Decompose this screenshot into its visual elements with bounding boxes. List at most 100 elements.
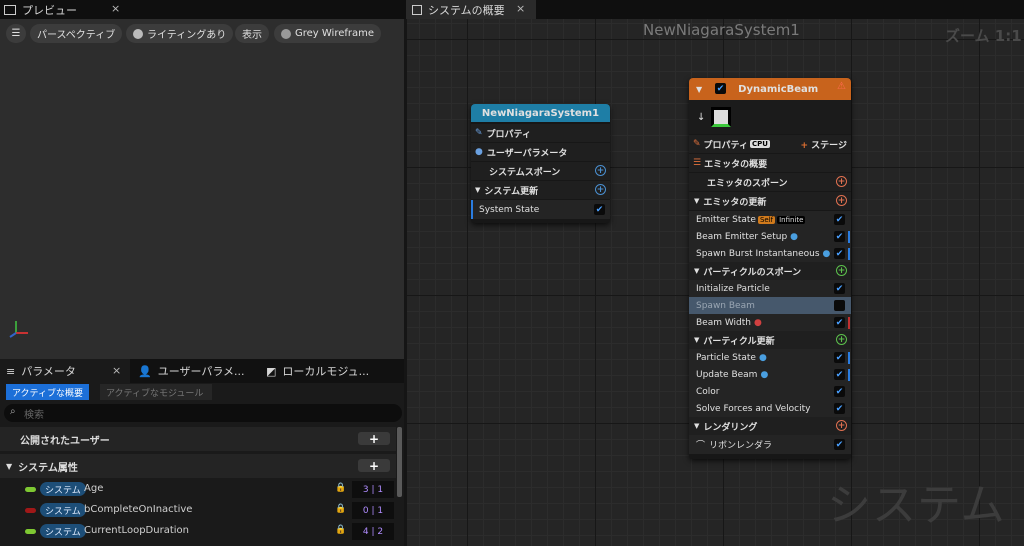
update-beam-module[interactable]: Update Beam ● ✔ (689, 366, 851, 383)
add-module-icon[interactable]: + (836, 334, 847, 345)
module-accent (848, 317, 850, 329)
section-system-attributes[interactable]: ▼ システム属性 + (0, 454, 396, 478)
viewport-icon (4, 4, 16, 15)
tab-parameters[interactable]: ≡ パラメータ (6, 359, 76, 383)
solve-forces-module[interactable]: Solve Forces and Velocity ✔ (689, 400, 851, 417)
emitter-summary-row[interactable]: ☰ エミッタの概要 (689, 154, 851, 172)
param-name: bCompleteOnInactive (84, 504, 193, 515)
close-icon[interactable]: × (516, 2, 525, 15)
lighting-label: ライティングあり (147, 30, 227, 41)
emitter-spawn-row[interactable]: エミッタのスポーン + (689, 173, 851, 191)
particle-state-module[interactable]: Particle State ● ✔ (689, 349, 851, 366)
search-placeholder: 検索 (24, 409, 44, 421)
spawn-beam-label: Spawn Beam (696, 300, 755, 311)
emitter-properties-row[interactable]: ✎ プロパティ CPU + ステージ (689, 135, 851, 153)
enable-checkbox[interactable]: ✔ (834, 386, 845, 397)
param-row[interactable]: システム Age 🔒 3 | 1 (0, 479, 396, 500)
particle-spawn-row[interactable]: ▼ パーティクルのスポーン + (689, 262, 851, 280)
perspective-button[interactable]: パースペクティブ (30, 24, 123, 43)
beam-emitter-setup-module[interactable]: Beam Emitter Setup ● ✔ (689, 228, 851, 245)
type-color-icon (25, 487, 36, 492)
render-label: レンダリング (703, 422, 758, 433)
collapse-arrow-icon: ▼ (475, 186, 481, 194)
add-stage-button[interactable]: + ステージ (800, 138, 847, 151)
section-exposed-users[interactable]: 公開されたユーザー + (0, 427, 396, 451)
enable-checkbox[interactable]: ✔ (834, 283, 845, 294)
tab-user-params[interactable]: 👤 ユーザーパラメ... (138, 359, 245, 383)
wireframe-icon (281, 28, 291, 39)
beam-width-module[interactable]: Beam Width ● ✔ (689, 314, 851, 331)
tab-local-modules[interactable]: ◩ ローカルモジュ... (266, 359, 369, 383)
enable-checkbox[interactable]: ✔ (834, 369, 845, 380)
enable-checkbox[interactable] (834, 300, 845, 311)
system-state-label: System State (479, 204, 540, 215)
collapse-arrow-icon[interactable]: ▼ (696, 85, 702, 94)
viewport-menu-button[interactable]: ☰ (6, 24, 26, 43)
particle-update-row[interactable]: ▼ パーティクル更新 + (689, 331, 851, 349)
tab-system-overview[interactable]: システムの概要 (412, 0, 505, 19)
enable-checkbox[interactable]: ✔ (834, 352, 845, 363)
add-user-param-button[interactable]: + (358, 432, 390, 446)
system-properties-row[interactable]: ✎ プロパティ (471, 124, 610, 142)
param-row[interactable]: システム bCompleteOnInactive 🔒 0 | 1 (0, 500, 396, 521)
hamburger-icon: ☰ (11, 28, 21, 39)
add-module-icon[interactable]: + (836, 420, 847, 431)
emitter-node[interactable]: ▼ ✔ DynamicBeam ⚠ ↓ ✎ プロパティ CPU + ステージ ☰… (689, 78, 851, 459)
spawn-beam-module[interactable]: Spawn Beam (689, 297, 851, 314)
enable-checkbox[interactable]: ✔ (834, 248, 845, 259)
view-mode-button[interactable]: Grey Wireframe (274, 24, 382, 43)
subtab-active-overview[interactable]: アクティブな概要 (6, 384, 90, 400)
emitter-enable-checkbox[interactable]: ✔ (715, 83, 726, 94)
enable-checkbox[interactable]: ✔ (834, 231, 845, 242)
lighting-icon (133, 28, 143, 39)
emitter-spawn-label: エミッタのスポーン (707, 178, 788, 189)
view-mode-label: Grey Wireframe (295, 28, 375, 39)
add-module-icon[interactable]: + (836, 176, 847, 187)
system-user-params-row[interactable]: ● ユーザーパラメータ (471, 143, 610, 161)
emitter-node-header[interactable]: ▼ ✔ DynamicBeam ⚠ (689, 78, 851, 100)
preview-viewport[interactable]: ☰ パースペクティブ ライティングあり 表示 Grey Wireframe (0, 19, 404, 359)
add-system-param-button[interactable]: + (358, 459, 390, 473)
system-user-params-label: ユーザーパラメータ (486, 148, 568, 159)
emitter-thumbnail[interactable] (711, 107, 732, 127)
system-node[interactable]: NewNiagaraSystem1 ✎ プロパティ ● ユーザーパラメータ シス… (471, 104, 610, 223)
render-row[interactable]: ▼ レンダリング + (689, 417, 851, 435)
spawn-burst-module[interactable]: Spawn Burst Instantaneous ● ✔ (689, 245, 851, 262)
enable-checkbox[interactable]: ✔ (594, 204, 605, 215)
system-update-row[interactable]: ▼ システム更新 + (471, 181, 610, 199)
tab-preview[interactable]: プレビュー (4, 0, 77, 19)
initialize-particle-label: Initialize Particle (696, 283, 770, 294)
scrollbar[interactable] (397, 427, 402, 497)
add-module-icon[interactable]: + (595, 165, 606, 176)
system-state-module[interactable]: System State ✔ (471, 200, 610, 219)
top-tab-bar: プレビュー × システムの概要 × (0, 0, 1024, 19)
color-module[interactable]: Color ✔ (689, 383, 851, 400)
usage-count-value: 4 | 2 (362, 526, 384, 537)
graph-icon (412, 4, 422, 15)
emitter-update-row[interactable]: ▼ エミッタの更新 + (689, 192, 851, 210)
close-icon[interactable]: × (111, 2, 120, 15)
show-button[interactable]: 表示 (235, 24, 269, 43)
enable-checkbox[interactable]: ✔ (834, 317, 845, 328)
user-icon: 👤 (138, 364, 152, 378)
enable-checkbox[interactable]: ✔ (834, 439, 845, 450)
search-input[interactable]: ⌕ 検索 (4, 404, 402, 422)
param-row[interactable]: システム CurrentLoopDuration 🔒 4 | 2 (0, 521, 396, 542)
system-graph[interactable]: NewNiagaraSystem1 ズーム 1:1 システム NewNiagar… (407, 19, 1024, 546)
add-module-icon[interactable]: + (836, 195, 847, 206)
close-icon[interactable]: × (112, 364, 121, 377)
enable-checkbox[interactable]: ✔ (834, 403, 845, 414)
add-module-icon[interactable]: + (836, 265, 847, 276)
system-node-header[interactable]: NewNiagaraSystem1 (471, 104, 610, 122)
lighting-button[interactable]: ライティングあり (126, 24, 234, 43)
enable-checkbox[interactable]: ✔ (834, 214, 845, 225)
parameters-icon: ≡ (6, 364, 16, 378)
emitter-state-module[interactable]: Emitter State Self Infinite ✔ (689, 211, 851, 228)
system-spawn-row[interactable]: システムスポーン + (471, 162, 610, 180)
subtab-active-modules[interactable]: アクティブなモジュール (100, 384, 212, 400)
namespace-badge: システム (40, 524, 86, 538)
initialize-particle-module[interactable]: Initialize Particle ✔ (689, 280, 851, 297)
add-module-icon[interactable]: + (595, 184, 606, 195)
warning-icon[interactable]: ⚠ (837, 81, 846, 92)
ribbon-renderer-module[interactable]: ⌒ リボンレンダラ ✔ (689, 435, 851, 454)
